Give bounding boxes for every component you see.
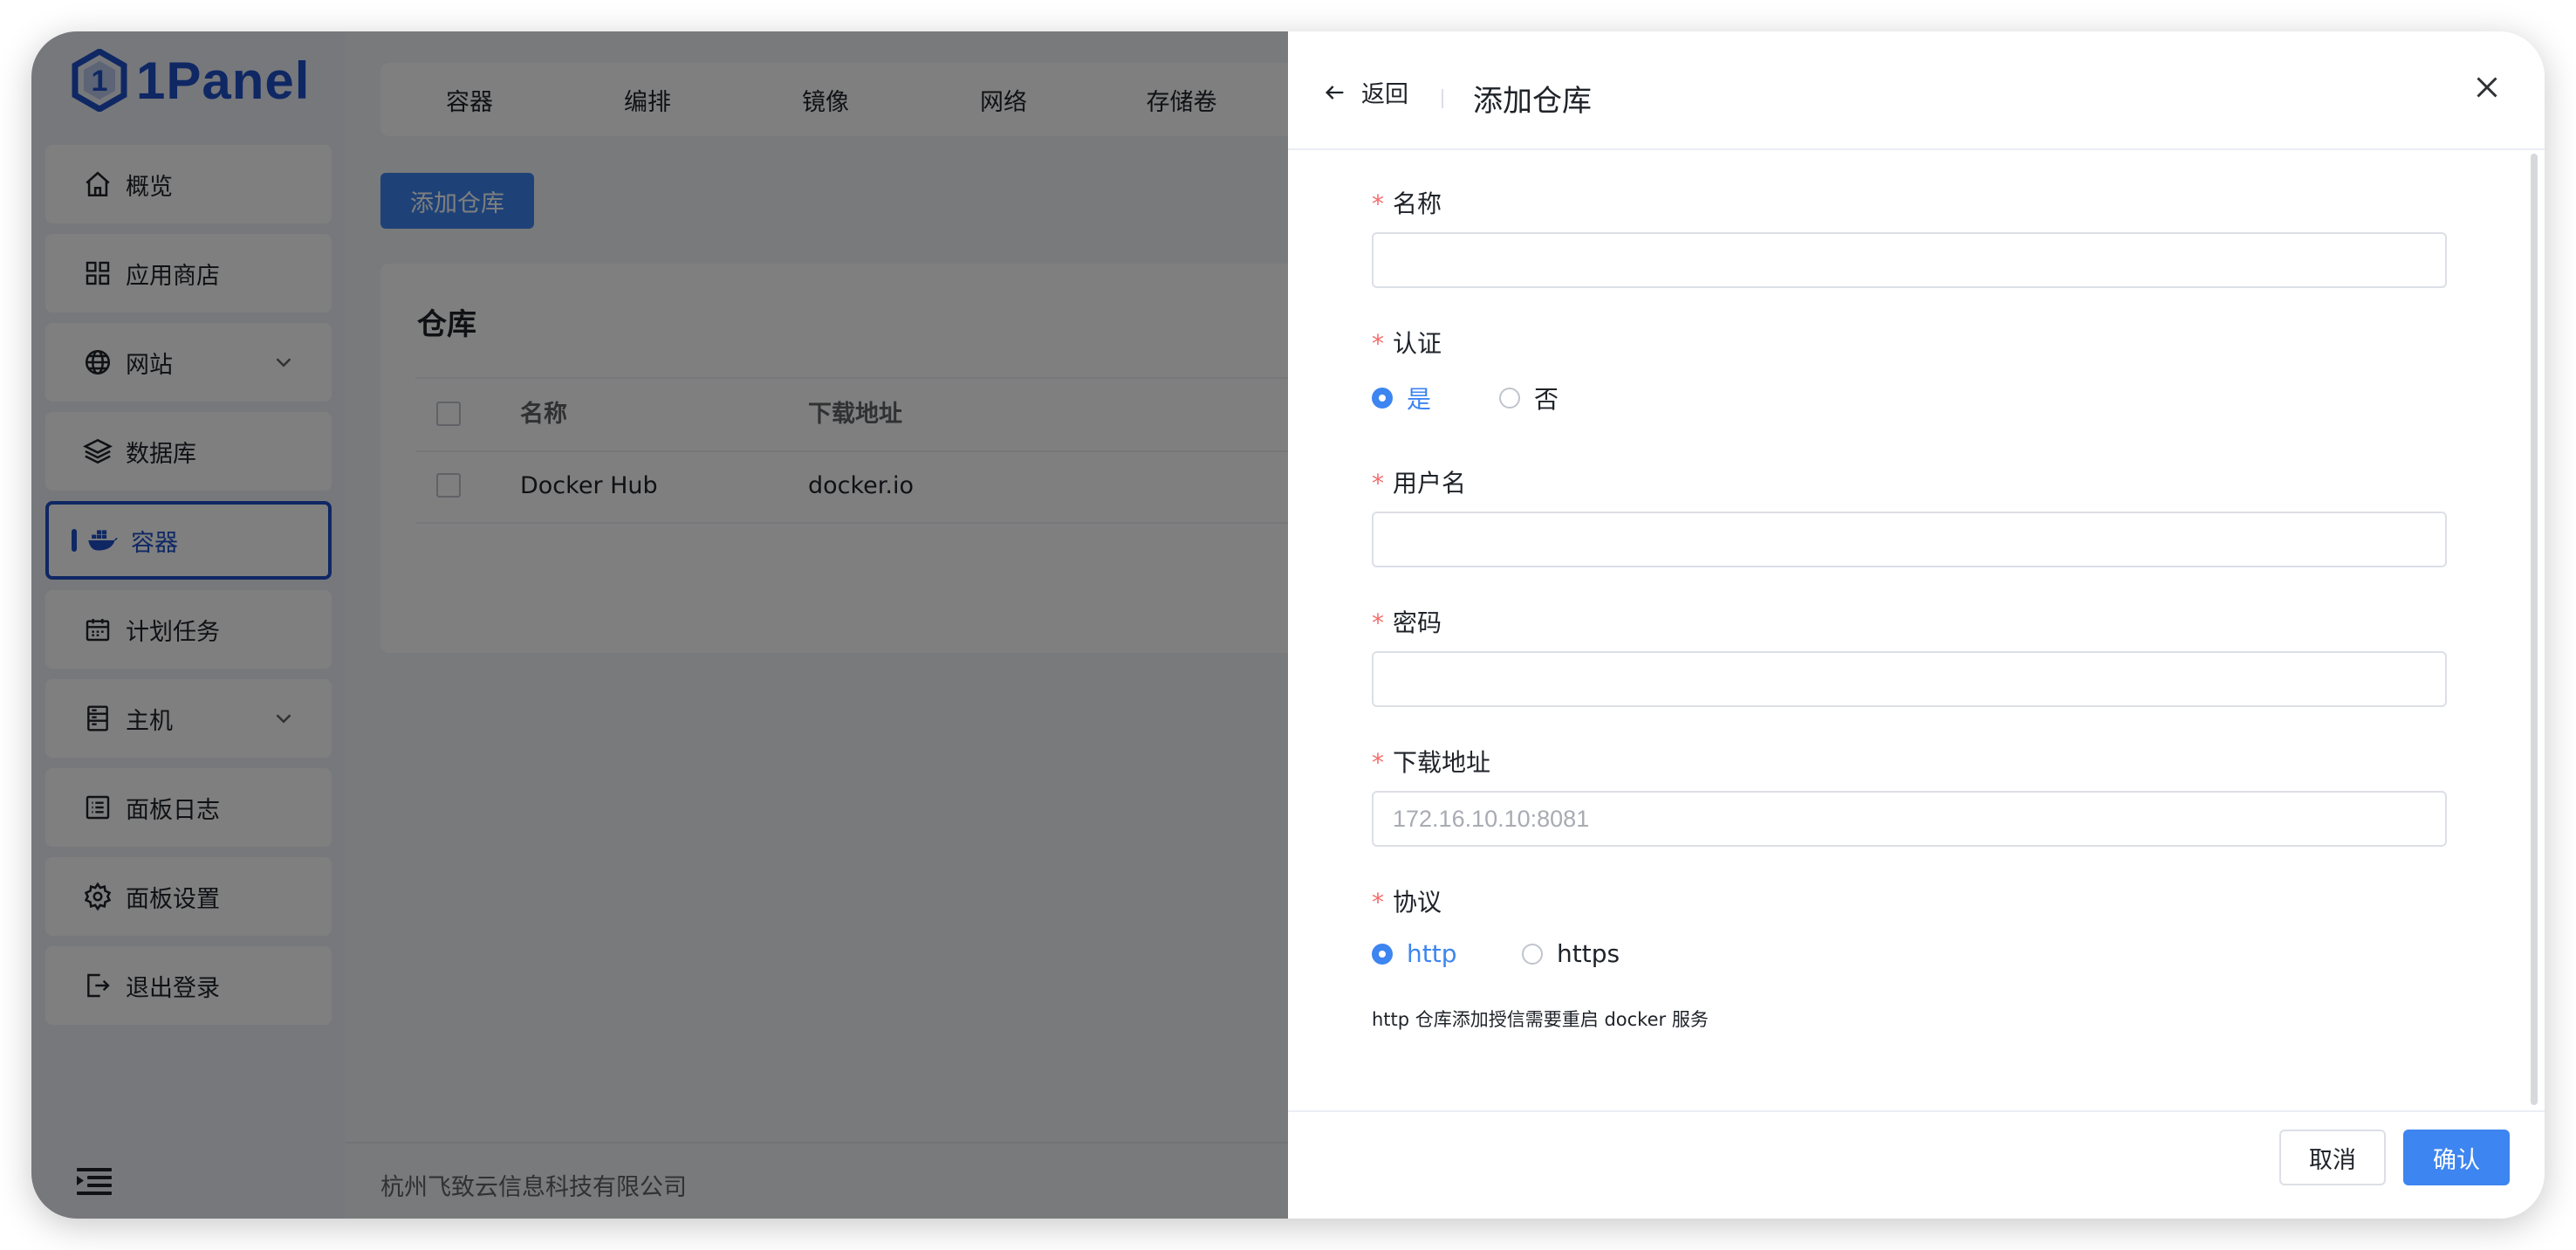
back-button[interactable]: 返回 xyxy=(1323,75,1408,109)
cancel-button[interactable]: 取消 xyxy=(2279,1130,2386,1185)
name-input[interactable] xyxy=(1372,232,2447,288)
name-label: * 名称 xyxy=(1372,189,1442,218)
drawer-scrollbar[interactable] xyxy=(2531,154,2538,1105)
header-divider xyxy=(1442,89,1443,108)
modal-overlay[interactable] xyxy=(31,31,1288,1219)
auth-no-radio[interactable]: 否 xyxy=(1499,381,1559,416)
radio-checked-icon xyxy=(1372,943,1393,965)
auth-yes-radio[interactable]: 是 xyxy=(1372,381,1431,416)
drawer-footer: 取消 确认 xyxy=(1288,1110,2545,1219)
confirm-button[interactable]: 确认 xyxy=(2403,1130,2510,1185)
radio-unchecked-icon xyxy=(1522,943,1543,965)
username-label: * 用户名 xyxy=(1372,469,1467,498)
app-window: 1 1Panel 概览 应用商店 网站 xyxy=(31,31,2545,1219)
drawer-title: 添加仓库 xyxy=(1473,84,1592,119)
password-input[interactable] xyxy=(1372,651,2447,707)
protocol-http-radio[interactable]: http xyxy=(1372,939,1456,968)
arrow-left-icon xyxy=(1326,85,1344,100)
close-icon[interactable] xyxy=(2471,72,2503,103)
add-repo-drawer: 返回 添加仓库 *名称 *认证 是 否 *用户名 *密码 *下载地址 *协议 h… xyxy=(1288,31,2545,1219)
protocol-hint: http 仓库添加授信需要重启 docker 服务 xyxy=(1372,1009,1709,1030)
protocol-https-radio[interactable]: https xyxy=(1522,939,1620,968)
protocol-label: * 协议 xyxy=(1372,888,1442,917)
radio-checked-icon xyxy=(1372,388,1393,409)
auth-label: * 认证 xyxy=(1372,329,1442,358)
password-label: * 密码 xyxy=(1372,608,1442,637)
username-input[interactable] xyxy=(1372,512,2447,567)
download-url-input[interactable] xyxy=(1372,791,2447,847)
radio-unchecked-icon xyxy=(1499,388,1520,409)
back-label: 返回 xyxy=(1361,81,1408,108)
download-url-label: * 下载地址 xyxy=(1372,748,1491,777)
drawer-header: 返回 添加仓库 xyxy=(1288,31,2545,150)
